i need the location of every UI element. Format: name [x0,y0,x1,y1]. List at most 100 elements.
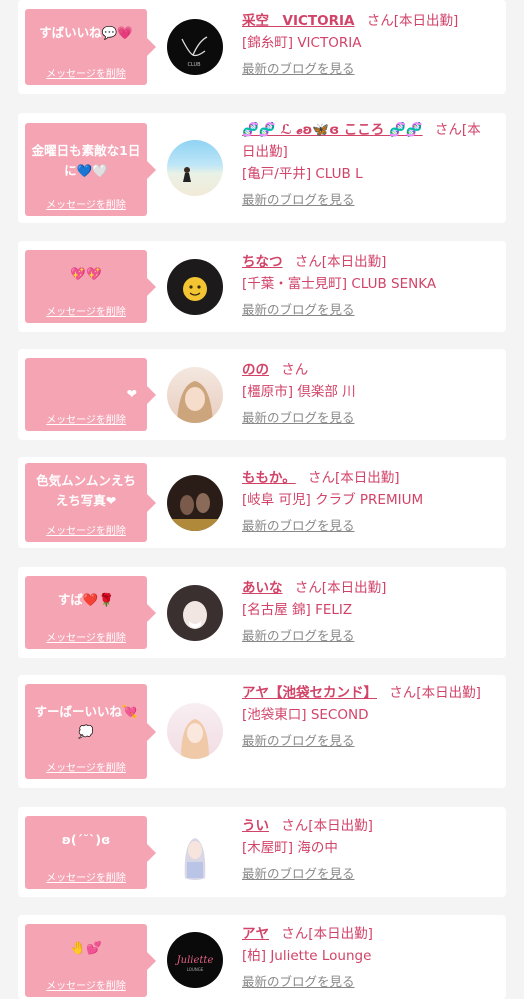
cast-name-link[interactable]: ももか。 [242,470,296,486]
honorific: さん [434,122,462,138]
message-feed: すばいいね💬💗 メッセージを削除 CLUB 采空 VICTORIA さん[本日出… [0,0,524,999]
blog-link[interactable]: 最新のブログを見る [242,191,494,209]
delete-message-link[interactable]: メッセージを削除 [25,196,147,211]
message-bubble: 💖💖 メッセージを削除 [25,250,156,323]
list-item: 💖💖 メッセージを削除 ちなつ さん[本日出勤] [千葉・富士見町] CLUB … [18,241,506,332]
photo-image [183,167,191,182]
photo-image [177,381,213,423]
cast-info: 🧬🧬 ℒ 𝓮ʚ🦋ɞ こころ 🧬🧬 さん[本日出勤] [亀戸/平井] CLUB L… [242,119,494,209]
delete-message-link[interactable]: メッセージを削除 [25,303,147,318]
delete-message-link[interactable]: メッセージを削除 [25,522,147,537]
cast-name-link[interactable]: 采空 VICTORIA [242,13,354,29]
photo-image [183,277,207,301]
cast-name-link[interactable]: アヤ【池袋セカンド】 [242,685,377,701]
delete-message-link[interactable]: メッセージを削除 [25,411,147,426]
message-text: 色気ムンムンえちえち写真❤ [36,473,136,508]
honorific: さん [389,685,417,701]
status-badge: [本日出勤] [321,580,387,596]
list-item: ❤ メッセージを削除 のの さん [橿原市] 倶楽部 川 最新のブログを見る [18,349,506,440]
delete-message-link[interactable]: メッセージを削除 [25,977,147,992]
delete-message-link[interactable]: メッセージを削除 [25,759,147,774]
message-text: 🤚💕 [70,940,102,955]
list-item: すば❤️🌹 メッセージを削除 あいな さん[本日出勤] [名古屋 錦] FELI… [18,567,506,658]
avatar[interactable]: Juliette LOUNGE [167,932,223,988]
list-item: すーばーいいね💘💭 メッセージを削除 アヤ【池袋セカンド】 さん[本日出勤] [… [18,675,506,788]
status-badge: [本日出勤] [335,470,400,486]
photo-image [184,838,206,880]
list-item: 🤚💕 メッセージを削除 Juliette LOUNGE アヤ さん[本日出勤] … [18,915,506,999]
list-item: すばいいね💬💗 メッセージを削除 CLUB 采空 VICTORIA さん[本日出… [18,0,506,94]
cast-info: うい さん[本日出勤] [木屋町] 海の中 最新のブログを見る [242,815,494,883]
photo-image [183,601,207,629]
blog-link[interactable]: 最新のブログを見る [242,517,494,535]
status-badge: [本日出勤] [321,254,387,270]
message-bubble: 金曜日も素敵な1日に💙🤍 メッセージを削除 [25,123,156,216]
delete-message-link[interactable]: メッセージを削除 [25,629,147,644]
cast-info: アヤ【池袋セカンド】 さん[本日出勤] [池袋東口] SECOND 最新のブログ… [242,682,494,750]
message-bubble: すーばーいいね💘💭 メッセージを削除 [25,684,156,779]
list-item: 金曜日も素敵な1日に💙🤍 メッセージを削除 🧬🧬 ℒ 𝓮ʚ🦋ɞ こころ 🧬🧬 さ… [18,113,506,223]
cast-info: 采空 VICTORIA さん[本日出勤] [錦糸町] VICTORIA 最新のブ… [242,10,494,78]
status-badge: [本日出勤] [308,818,373,834]
cast-name-link[interactable]: アヤ [242,926,269,942]
message-text: すば❤️🌹 [57,592,115,607]
cast-info: あいな さん[本日出勤] [名古屋 錦] FELIZ 最新のブログを見る [242,577,494,645]
list-item: 色気ムンムンえちえち写真❤ メッセージを削除 ももか。 さん[本日出勤] [岐阜… [18,457,506,548]
blog-link[interactable]: 最新のブログを見る [242,973,494,991]
cast-name-link[interactable]: のの [242,362,269,378]
honorific: さん [294,254,322,270]
shop-location: [名古屋 錦] FELIZ [242,602,353,618]
message-bubble: ❤ メッセージを削除 [25,358,156,431]
cast-name-link[interactable]: うい [242,818,269,834]
blog-link[interactable]: 最新のブログを見る [242,865,494,883]
message-text: すーばーいいね💘💭 [34,704,138,739]
message-text: 金曜日も素敵な1日に💙🤍 [31,143,141,178]
avatar[interactable] [167,140,223,196]
blog-link[interactable]: 最新のブログを見る [242,732,494,750]
delete-message-link[interactable]: メッセージを削除 [25,869,147,884]
avatar[interactable] [167,475,223,531]
message-text: すばいいね💬💗 [39,25,133,40]
logo-image: Juliette LOUNGE [175,955,214,972]
photo-image [181,719,209,759]
shop-location: [錦糸町] VICTORIA [242,35,362,51]
avatar[interactable] [167,824,223,880]
message-text: ʚ(´˘`)ɞ [61,832,111,847]
photo-image [167,493,223,531]
message-bubble: 色気ムンムンえちえち写真❤ メッセージを削除 [25,463,156,542]
honorific: さん [366,13,394,29]
blog-link[interactable]: 最新のブログを見る [242,409,494,427]
svg-text:CLUB: CLUB [187,62,201,68]
shop-location: [木屋町] 海の中 [242,840,338,856]
cast-info: ちなつ さん[本日出勤] [千葉・富士見町] CLUB SENKA 最新のブログ… [242,251,494,319]
message-bubble: ʚ(´˘`)ɞ メッセージを削除 [25,816,156,889]
cast-info: のの さん [橿原市] 倶楽部 川 最新のブログを見る [242,359,494,427]
avatar[interactable] [167,585,223,641]
cast-name-link[interactable]: ちなつ [242,254,283,270]
delete-message-link[interactable]: メッセージを削除 [25,65,147,80]
avatar[interactable] [167,367,223,423]
message-text: ❤ [126,386,137,401]
shop-location: [亀戸/平井] CLUB L [242,166,363,182]
honorific: さん [281,818,309,834]
list-item: ʚ(´˘`)ɞ メッセージを削除 うい さん[本日出勤] [木屋町] 海の中 最… [18,807,506,897]
svg-text:LOUNGE: LOUNGE [187,967,204,972]
blog-link[interactable]: 最新のブログを見る [242,301,494,319]
avatar[interactable] [167,259,223,315]
cast-name-link[interactable]: 🧬🧬 ℒ 𝓮ʚ🦋ɞ こころ 🧬🧬 [242,122,423,138]
shop-location: [橿原市] 倶楽部 川 [242,384,356,400]
blog-link[interactable]: 最新のブログを見る [242,627,494,645]
status-badge: [本日出勤] [393,13,459,29]
avatar[interactable] [167,703,223,759]
cast-name-link[interactable]: あいな [242,580,283,596]
cast-info: アヤ さん[本日出勤] [柏] Juliette Lounge 最新のブログを見… [242,923,494,991]
cast-info: ももか。 さん[本日出勤] [岐阜 可児] クラブ PREMIUM 最新のブログ… [242,467,494,535]
honorific: さん [294,580,322,596]
avatar[interactable]: CLUB [167,19,223,75]
logo-image: CLUB [181,36,208,68]
shop-location: [岐阜 可児] クラブ PREMIUM [242,492,424,508]
honorific: さん [308,470,336,486]
blog-link[interactable]: 最新のブログを見る [242,60,494,78]
shop-location: [池袋東口] SECOND [242,707,369,723]
status-badge: [本日出勤] [416,685,481,701]
